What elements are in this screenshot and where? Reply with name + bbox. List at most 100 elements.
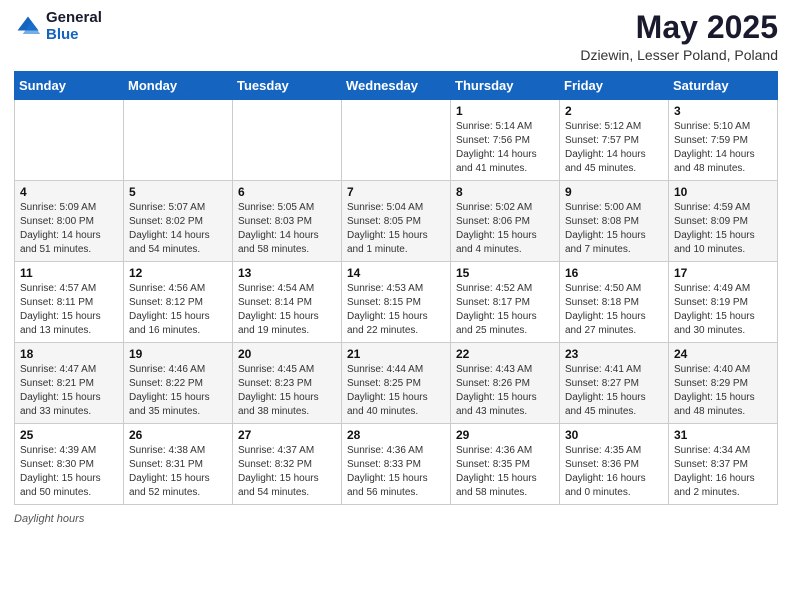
- calendar-cell: 23 Sunrise: 4:41 AM Sunset: 8:27 PM Dayli…: [560, 343, 669, 424]
- day-info: Sunrise: 4:54 AM Sunset: 8:14 PM Dayligh…: [238, 282, 336, 338]
- calendar-week-row: 4 Sunrise: 5:09 AM Sunset: 8:00 PM Daylig…: [15, 181, 778, 262]
- day-number: 2: [565, 104, 663, 118]
- day-number: 21: [347, 347, 445, 361]
- day-number: 1: [456, 104, 554, 118]
- calendar-week-row: 11 Sunrise: 4:57 AM Sunset: 8:11 PM Dayli…: [15, 262, 778, 343]
- day-info: Sunrise: 4:57 AM Sunset: 8:11 PM Dayligh…: [20, 282, 118, 338]
- calendar-cell: 2 Sunrise: 5:12 AM Sunset: 7:57 PM Daylig…: [560, 100, 669, 181]
- day-info: Sunrise: 5:05 AM Sunset: 8:03 PM Dayligh…: [238, 201, 336, 257]
- calendar-cell: 5Sunrise: 5:07 AM Sunset: 8:02 PM Daylig…: [124, 181, 233, 262]
- calendar-cell: 27Sunrise: 4:37 AM Sunset: 8:32 PM Dayli…: [233, 424, 342, 505]
- header: General Blue May 2025 Dziewin, Lesser Po…: [14, 10, 778, 63]
- title-location: Dziewin, Lesser Poland, Poland: [580, 47, 778, 63]
- calendar-cell: [15, 100, 124, 181]
- day-info: Sunrise: 4:36 AM Sunset: 8:35 PM Dayligh…: [456, 444, 554, 500]
- day-info: Sunrise: 4:34 AM Sunset: 8:37 PM Dayligh…: [674, 444, 772, 500]
- calendar-cell: [342, 100, 451, 181]
- day-info: Sunrise: 4:49 AM Sunset: 8:19 PM Dayligh…: [674, 282, 772, 338]
- calendar-cell: 31 Sunrise: 4:34 AM Sunset: 8:37 PM Dayli…: [669, 424, 778, 505]
- logo-text: General Blue: [46, 10, 102, 43]
- day-number: 5: [129, 185, 227, 199]
- day-info: Sunrise: 4:36 AM Sunset: 8:33 PM Dayligh…: [347, 444, 445, 500]
- day-number: 30: [565, 428, 663, 442]
- day-info: Sunrise: 4:59 AM Sunset: 8:09 PM Dayligh…: [674, 201, 772, 257]
- day-info: Sunrise: 4:56 AM Sunset: 8:12 PM Dayligh…: [129, 282, 227, 338]
- day-info: Sunrise: 5:02 AM Sunset: 8:06 PM Dayligh…: [456, 201, 554, 257]
- calendar-cell: 24Sunrise: 4:40 AM Sunset: 8:29 PM Dayli…: [669, 343, 778, 424]
- day-number: 31: [674, 428, 772, 442]
- calendar-cell: 17 Sunrise: 4:49 AM Sunset: 8:19 PM Dayli…: [669, 262, 778, 343]
- calendar-cell: 10 Sunrise: 4:59 AM Sunset: 8:09 PM Dayli…: [669, 181, 778, 262]
- calendar-cell: 13Sunrise: 4:54 AM Sunset: 8:14 PM Dayli…: [233, 262, 342, 343]
- footer-label: Daylight hours: [14, 513, 84, 525]
- calendar-cell: 15Sunrise: 4:52 AM Sunset: 8:17 PM Dayli…: [451, 262, 560, 343]
- day-number: 22: [456, 347, 554, 361]
- day-number: 18: [20, 347, 118, 361]
- calendar-cell: 7 Sunrise: 5:04 AM Sunset: 8:05 PM Daylig…: [342, 181, 451, 262]
- calendar-cell: 30 Sunrise: 4:35 AM Sunset: 8:36 PM Dayli…: [560, 424, 669, 505]
- calendar-cell: 28 Sunrise: 4:36 AM Sunset: 8:33 PM Dayli…: [342, 424, 451, 505]
- day-info: Sunrise: 5:10 AM Sunset: 7:59 PM Dayligh…: [674, 120, 772, 176]
- calendar-cell: 29 Sunrise: 4:36 AM Sunset: 8:35 PM Dayli…: [451, 424, 560, 505]
- day-info: Sunrise: 4:38 AM Sunset: 8:31 PM Dayligh…: [129, 444, 227, 500]
- day-info: Sunrise: 4:35 AM Sunset: 8:36 PM Dayligh…: [565, 444, 663, 500]
- calendar-cell: 3Sunrise: 5:10 AM Sunset: 7:59 PM Daylig…: [669, 100, 778, 181]
- day-info: Sunrise: 5:12 AM Sunset: 7:57 PM Dayligh…: [565, 120, 663, 176]
- day-number: 20: [238, 347, 336, 361]
- calendar-week-row: 18 Sunrise: 4:47 AM Sunset: 8:21 PM Dayli…: [15, 343, 778, 424]
- calendar-cell: 6 Sunrise: 5:05 AM Sunset: 8:03 PM Daylig…: [233, 181, 342, 262]
- day-number: 25: [20, 428, 118, 442]
- calendar-cell: 16 Sunrise: 4:50 AM Sunset: 8:18 PM Dayli…: [560, 262, 669, 343]
- day-number: 17: [674, 266, 772, 280]
- day-number: 10: [674, 185, 772, 199]
- footer: Daylight hours: [14, 513, 778, 525]
- day-number: 6: [238, 185, 336, 199]
- calendar-week-row: 25 Sunrise: 4:39 AM Sunset: 8:30 PM Dayli…: [15, 424, 778, 505]
- day-number: 29: [456, 428, 554, 442]
- calendar-weekday-thursday: Thursday: [451, 72, 560, 100]
- day-number: 14: [347, 266, 445, 280]
- day-info: Sunrise: 4:39 AM Sunset: 8:30 PM Dayligh…: [20, 444, 118, 500]
- calendar-weekday-saturday: Saturday: [669, 72, 778, 100]
- day-info: Sunrise: 4:43 AM Sunset: 8:26 PM Dayligh…: [456, 363, 554, 419]
- page: General Blue May 2025 Dziewin, Lesser Po…: [0, 0, 792, 612]
- calendar-weekday-monday: Monday: [124, 72, 233, 100]
- calendar-cell: 21 Sunrise: 4:44 AM Sunset: 8:25 PM Dayli…: [342, 343, 451, 424]
- calendar-cell: 25 Sunrise: 4:39 AM Sunset: 8:30 PM Dayli…: [15, 424, 124, 505]
- day-number: 23: [565, 347, 663, 361]
- day-number: 16: [565, 266, 663, 280]
- day-info: Sunrise: 5:09 AM Sunset: 8:00 PM Dayligh…: [20, 201, 118, 257]
- calendar-week-row: 1Sunrise: 5:14 AM Sunset: 7:56 PM Daylig…: [15, 100, 778, 181]
- logo: General Blue: [14, 10, 102, 43]
- calendar-cell: 18 Sunrise: 4:47 AM Sunset: 8:21 PM Dayli…: [15, 343, 124, 424]
- day-number: 8: [456, 185, 554, 199]
- calendar-cell: 9Sunrise: 5:00 AM Sunset: 8:08 PM Daylig…: [560, 181, 669, 262]
- calendar-weekday-sunday: Sunday: [15, 72, 124, 100]
- day-info: Sunrise: 5:00 AM Sunset: 8:08 PM Dayligh…: [565, 201, 663, 257]
- calendar-weekday-wednesday: Wednesday: [342, 72, 451, 100]
- day-info: Sunrise: 5:04 AM Sunset: 8:05 PM Dayligh…: [347, 201, 445, 257]
- calendar-cell: 14 Sunrise: 4:53 AM Sunset: 8:15 PM Dayli…: [342, 262, 451, 343]
- calendar-cell: 19Sunrise: 4:46 AM Sunset: 8:22 PM Dayli…: [124, 343, 233, 424]
- day-number: 11: [20, 266, 118, 280]
- day-info: Sunrise: 4:47 AM Sunset: 8:21 PM Dayligh…: [20, 363, 118, 419]
- day-info: Sunrise: 4:45 AM Sunset: 8:23 PM Dayligh…: [238, 363, 336, 419]
- day-number: 28: [347, 428, 445, 442]
- logo-general: General: [46, 10, 102, 27]
- calendar-cell: [124, 100, 233, 181]
- calendar-cell: 22 Sunrise: 4:43 AM Sunset: 8:26 PM Dayli…: [451, 343, 560, 424]
- day-number: 27: [238, 428, 336, 442]
- calendar-cell: 20 Sunrise: 4:45 AM Sunset: 8:23 PM Dayli…: [233, 343, 342, 424]
- day-info: Sunrise: 4:50 AM Sunset: 8:18 PM Dayligh…: [565, 282, 663, 338]
- day-number: 19: [129, 347, 227, 361]
- logo-blue: Blue: [46, 27, 102, 44]
- day-info: Sunrise: 4:53 AM Sunset: 8:15 PM Dayligh…: [347, 282, 445, 338]
- calendar-cell: [233, 100, 342, 181]
- day-number: 24: [674, 347, 772, 361]
- day-info: Sunrise: 4:44 AM Sunset: 8:25 PM Dayligh…: [347, 363, 445, 419]
- day-number: 7: [347, 185, 445, 199]
- day-info: Sunrise: 4:41 AM Sunset: 8:27 PM Dayligh…: [565, 363, 663, 419]
- day-number: 26: [129, 428, 227, 442]
- calendar-header-row: SundayMondayTuesdayWednesdayThursdayFrid…: [15, 72, 778, 100]
- day-number: 4: [20, 185, 118, 199]
